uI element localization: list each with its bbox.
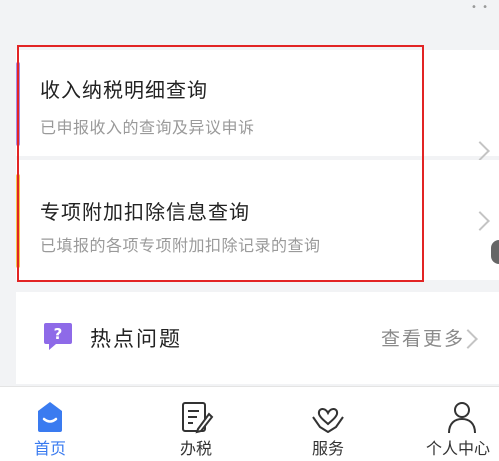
hot-questions-row[interactable]: ? 热点问题 查看更多 (16, 292, 499, 384)
card-accent-bar (16, 62, 20, 146)
bottom-tab-bar: 首页 办税 服务 个人中心 (0, 386, 499, 461)
tab-label: 个人中心 (425, 439, 490, 458)
app-screen: • • 收入纳税明细查询 已申报收入的查询及异议申诉 专项附加扣除信息查询 已填… (0, 0, 499, 461)
tab-label: 服务 (311, 439, 344, 458)
tab-home[interactable]: 首页 (12, 395, 112, 459)
more-dots-icon[interactable]: • • (471, 2, 489, 13)
special-deduction-query-card[interactable]: 专项附加扣除信息查询 已填报的各项专项附加扣除记录的查询 (16, 160, 499, 280)
edit-document-icon (182, 402, 214, 434)
card-title: 收入纳税明细查询 (40, 78, 208, 102)
home-icon (38, 402, 62, 432)
card-subtitle: 已申报收入的查询及异议申诉 (40, 118, 255, 137)
chevron-right-icon (470, 211, 490, 231)
card-subtitle: 已填报的各项专项附加扣除记录的查询 (40, 236, 321, 255)
tab-tax[interactable]: 办税 (146, 395, 246, 459)
income-tax-query-card[interactable]: 收入纳税明细查询 已申报收入的查询及异议申诉 (16, 50, 499, 161)
heart-hands-icon (312, 408, 344, 433)
card-title: 专项附加扣除信息查询 (40, 200, 250, 224)
card-accent-bar (16, 174, 20, 268)
person-icon (448, 402, 476, 434)
question-chat-icon: ? (44, 323, 72, 350)
view-more-link[interactable]: 查看更多 (381, 324, 465, 351)
hot-questions-title: 热点问题 (90, 327, 182, 351)
tab-service[interactable]: 服务 (278, 395, 378, 459)
tab-label: 办税 (179, 439, 212, 458)
tab-label: 首页 (33, 439, 66, 458)
svg-text:?: ? (54, 325, 63, 343)
scroll-handle[interactable] (491, 240, 499, 264)
tab-profile[interactable]: 个人中心 (412, 395, 499, 459)
chevron-right-icon (470, 141, 490, 161)
